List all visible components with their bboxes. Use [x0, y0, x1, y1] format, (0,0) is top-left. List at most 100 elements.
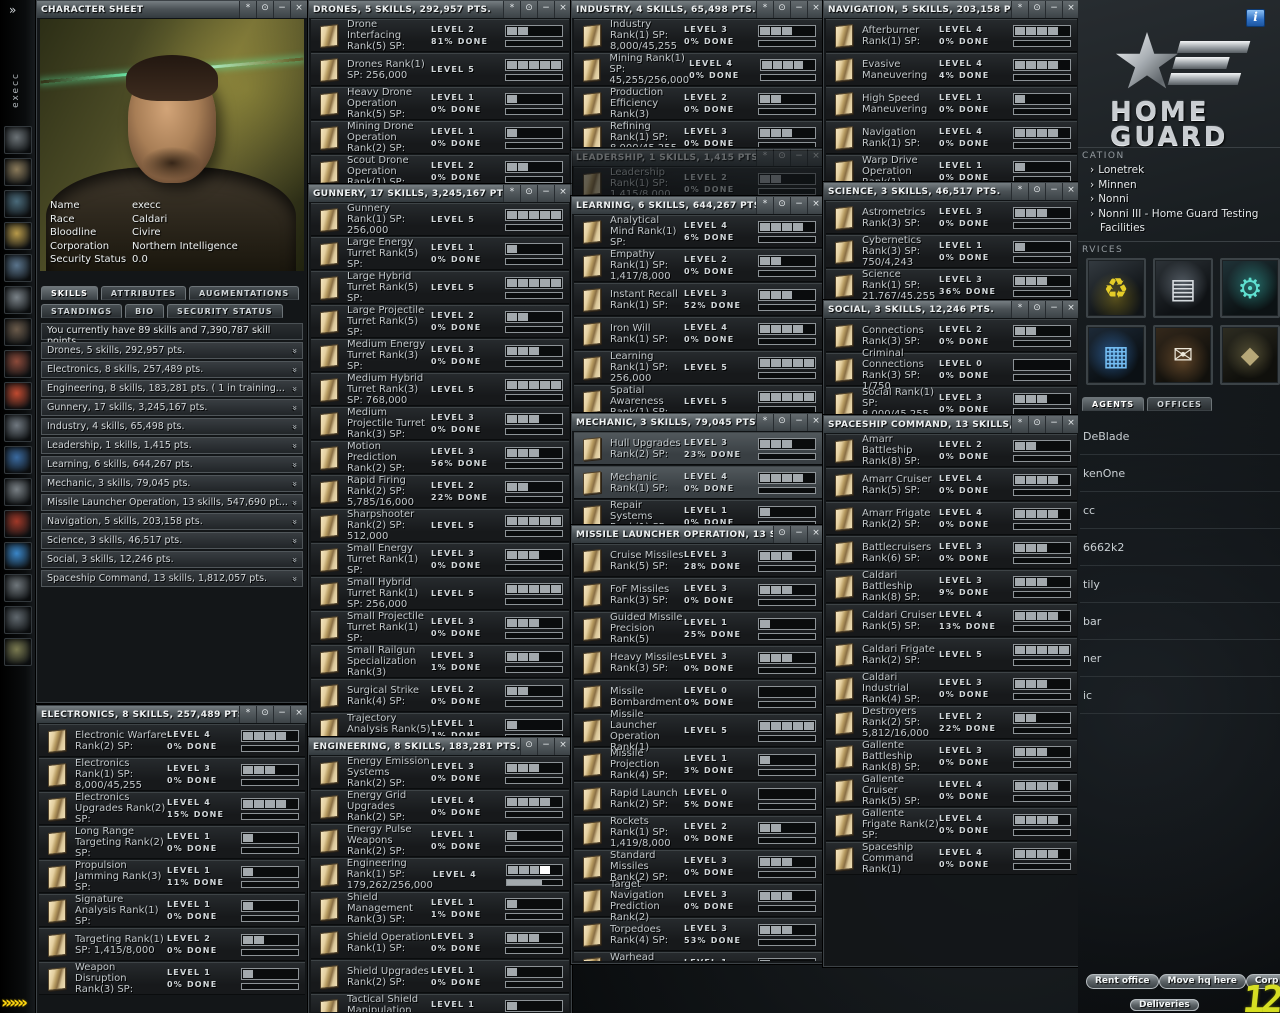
skill-category-row[interactable]: Navigation, 5 skills, 203,158 pts. » — [41, 513, 303, 530]
neocom-icon[interactable] — [4, 478, 32, 506]
neocom-icon[interactable] — [4, 574, 32, 602]
skill-row[interactable]: Missile Launcher Operation Rank(1) LEVEL … — [574, 709, 822, 753]
skill-row[interactable]: Energy Grid Upgrades Rank(2) SP: LEVEL 4 0… — [311, 790, 569, 823]
skill-row[interactable]: Gunnery Rank(1) SP: 256,000 LEVEL 5 — [311, 203, 569, 236]
skill-row[interactable]: Tactical Shield Manipulation Rank(4) LEVE… — [311, 994, 569, 1012]
skill-row[interactable]: High Speed Maneuvering LEVEL 1 0% DONE — [826, 87, 1077, 120]
pin-icon[interactable]: * — [756, 149, 773, 166]
skill-row[interactable]: Signature Analysis Rank(1) SP: LEVEL 1 0% … — [39, 894, 305, 927]
neocom-icon[interactable] — [4, 350, 32, 378]
skill-category-row[interactable]: Industry, 4 skills, 65,498 pts. » — [41, 418, 303, 435]
neocom-icon[interactable] — [4, 126, 32, 154]
location-item[interactable]: › Nonni — [1088, 192, 1276, 207]
close-icon[interactable]: × — [1062, 416, 1079, 433]
help-icon[interactable]: ⊙ — [1028, 301, 1045, 318]
tab-bio[interactable]: BIO — [125, 304, 164, 318]
help-icon[interactable]: ⊙ — [256, 1, 273, 18]
skill-row[interactable]: Large Hybrid Turret Rank(5) SP: LEVEL 5 — [311, 271, 569, 304]
window-titlebar[interactable]: CHARACTER SHEET * ⊙ − × — [37, 1, 307, 19]
help-icon[interactable]: ⊙ — [520, 185, 537, 202]
agent-list-item[interactable]: 6662k2 — [1080, 529, 1280, 566]
window-titlebar[interactable]: LEARNING, 6 SKILLS, 644,267 PTS. * ⊙ − × — [572, 197, 824, 215]
close-icon[interactable]: × — [807, 1, 824, 18]
skill-row[interactable]: Repair Systems Rank(1) SP: LEVEL 1 0% DONE — [574, 500, 822, 524]
skill-row[interactable]: Small Hybrid Turret Rank(1) SP: 256,000 L… — [311, 577, 569, 610]
laboratory-icon[interactable]: ▦ — [1086, 325, 1146, 385]
skill-category-row[interactable]: Social, 3 skills, 12,246 pts. » — [41, 551, 303, 568]
skill-row[interactable]: Medium Hybrid Turret Rank(3) SP: 768,000… — [311, 373, 569, 406]
window-titlebar[interactable]: SPACESHIP COMMAND, 13 SKILLS, 1,812,057 … — [824, 416, 1079, 434]
close-icon[interactable]: × — [807, 526, 824, 543]
skill-row[interactable]: Large Projectile Turret Rank(5) SP: LEVEL… — [311, 305, 569, 338]
tab-security-status[interactable]: SECURITY STATUS — [167, 304, 283, 318]
close-icon[interactable]: × — [554, 738, 571, 755]
window-titlebar[interactable]: NAVIGATION, 5 SKILLS, 203,158 PTS. * ⊙ − × — [824, 1, 1079, 19]
skill-row[interactable]: Electronics Rank(1) SP: 8,000/45,255 LEVE… — [39, 758, 305, 791]
skill-category-row[interactable]: Drones, 5 skills, 292,957 pts. » — [41, 342, 303, 359]
skill-row[interactable]: Sharpshooter Rank(2) SP: 512,000 LEVEL 5 — [311, 509, 569, 542]
skill-row[interactable]: Large Energy Turret Rank(5) SP: LEVEL 1 0%… — [311, 237, 569, 270]
window-titlebar[interactable]: ENGINEERING, 8 SKILLS, 183,281 PTS. ( 1 … — [309, 738, 571, 756]
skill-row[interactable]: Spatial Awareness Rank(1) SP: LEVEL 5 — [574, 385, 822, 412]
help-icon[interactable]: ⊙ — [1028, 1, 1045, 18]
minimize-icon[interactable]: − — [537, 738, 554, 755]
pin-icon[interactable]: * — [1011, 1, 1028, 18]
reprocessing-plant-icon[interactable]: ♻ — [1086, 258, 1146, 318]
agent-list-item[interactable]: cc — [1080, 492, 1280, 529]
neocom-icon[interactable] — [4, 222, 32, 250]
skill-category-row[interactable]: Electronics, 8 skills, 257,489 pts. » — [41, 361, 303, 378]
neocom-icon[interactable] — [4, 446, 32, 474]
agent-list-item[interactable]: tily — [1080, 566, 1280, 603]
skill-row[interactable]: Motion Prediction Rank(2) SP: LEVEL 3 56% … — [311, 441, 569, 474]
skill-row[interactable]: Gallente Battleship Rank(8) SP: LEVEL 3 0%… — [826, 740, 1077, 773]
skill-row[interactable]: Astrometrics Rank(3) SP: LEVEL 3 0% DONE — [826, 201, 1077, 234]
help-icon[interactable]: ⊙ — [773, 149, 790, 166]
help-icon[interactable]: ⊙ — [1028, 416, 1045, 433]
window-titlebar[interactable]: SOCIAL, 3 SKILLS, 12,246 PTS. * ⊙ − × — [824, 301, 1079, 319]
skill-row[interactable]: Electronics Upgrades Rank(2) SP: LEVEL 4 1… — [39, 792, 305, 825]
skill-row[interactable]: Gallente Cruiser Rank(5) SP: LEVEL 4 0% DO… — [826, 774, 1077, 807]
skill-row[interactable]: Afterburner Rank(1) SP: LEVEL 4 0% DONE — [826, 19, 1077, 52]
help-icon[interactable]: ⊙ — [773, 197, 790, 214]
skill-row[interactable]: Drone Interfacing Rank(5) SP: LEVEL 2 81% … — [311, 19, 569, 52]
skill-row[interactable]: Scout Drone Operation Rank(1) SP: LEVEL 2… — [311, 155, 569, 183]
skill-row[interactable]: Guided Missile Precision Rank(5) LEVEL 1 2… — [574, 612, 822, 645]
skill-row[interactable]: Mining Rank(1) SP: 45,255/256,000 LEVEL 4… — [574, 53, 822, 86]
skill-row[interactable]: Small Energy Turret Rank(1) SP: LEVEL 3 0%… — [311, 543, 569, 576]
close-icon[interactable]: × — [807, 149, 824, 166]
skill-row[interactable]: Caldari Frigate Rank(2) SP: LEVEL 5 — [826, 638, 1077, 671]
skill-category-row[interactable]: Gunnery, 17 skills, 3,245,167 pts. » — [41, 399, 303, 416]
tab-skills[interactable]: SKILLS — [41, 286, 98, 300]
skill-row[interactable]: Analytical Mind Rank(1) SP: LEVEL 4 6% DON… — [574, 215, 822, 248]
agent-list-item[interactable]: DeBlade — [1080, 418, 1280, 455]
deliveries-button[interactable]: Deliveries — [1130, 999, 1199, 1011]
agent-list-item[interactable]: ic — [1080, 677, 1280, 714]
skill-category-row[interactable]: Engineering, 8 skills, 183,281 pts. ( 1 … — [41, 380, 303, 397]
skill-row[interactable]: Refining Rank(1) SP: 8,000/45,255 LEVEL 3… — [574, 121, 822, 147]
skill-row[interactable]: Navigation Rank(1) SP: LEVEL 4 0% DONE — [826, 121, 1077, 154]
skill-row[interactable]: Destroyers Rank(2) SP: 5,812/16,000 LEVEL… — [826, 706, 1077, 739]
help-icon[interactable]: ⊙ — [773, 526, 790, 543]
window-titlebar[interactable]: LEADERSHIP, 1 SKILLS, 1,415 PTS * ⊙ − × — [572, 149, 824, 167]
skill-row[interactable]: Caldari Battleship Rank(8) SP: LEVEL 3 9% … — [826, 570, 1077, 603]
tab-agents[interactable]: AGENTS — [1082, 397, 1145, 411]
skill-row[interactable]: Trajectory Analysis Rank(5) SP:LEVEL 1 1%… — [311, 713, 569, 736]
skill-row[interactable]: Drones Rank(1) SP: 256,000 LEVEL 5 — [311, 53, 569, 86]
close-icon[interactable]: × — [807, 414, 824, 431]
skill-row[interactable]: Warp Drive Operation Rank(1) LEVEL 1 0% DO… — [826, 155, 1077, 181]
skill-row[interactable]: Science Rank(1) SP: 21,767/45,255 LEVEL 3… — [826, 269, 1077, 299]
minimize-icon[interactable]: − — [273, 1, 290, 18]
close-icon[interactable]: × — [1062, 183, 1079, 200]
window-titlebar[interactable]: INDUSTRY, 4 SKILLS, 65,498 PTS. * ⊙ − × — [572, 1, 824, 19]
skill-row[interactable]: Industry Rank(1) SP: 8,000/45,255 LEVEL 3… — [574, 19, 822, 52]
skill-row[interactable]: Instant Recall Rank(1) SP: LEVEL 3 52% DON… — [574, 283, 822, 316]
skill-row[interactable]: Engineering Rank(1) SP: 179,262/256,000 L… — [311, 858, 569, 891]
neocom-icon[interactable] — [4, 414, 32, 442]
skill-row[interactable]: Social Rank(1) SP: 8,000/45,255 LEVEL 3 0%… — [826, 387, 1077, 414]
skill-row[interactable]: Energy Emission Systems Rank(2) SP: LEVEL… — [311, 756, 569, 789]
neocom-icon[interactable] — [4, 638, 32, 666]
skill-row[interactable]: Gallente Frigate Rank(2) SP: LEVEL 4 0% DO… — [826, 808, 1077, 841]
agent-list-item[interactable]: bar — [1080, 603, 1280, 640]
agent-list-item[interactable]: kenOne — [1080, 455, 1280, 492]
neocom-icon[interactable] — [4, 510, 32, 538]
